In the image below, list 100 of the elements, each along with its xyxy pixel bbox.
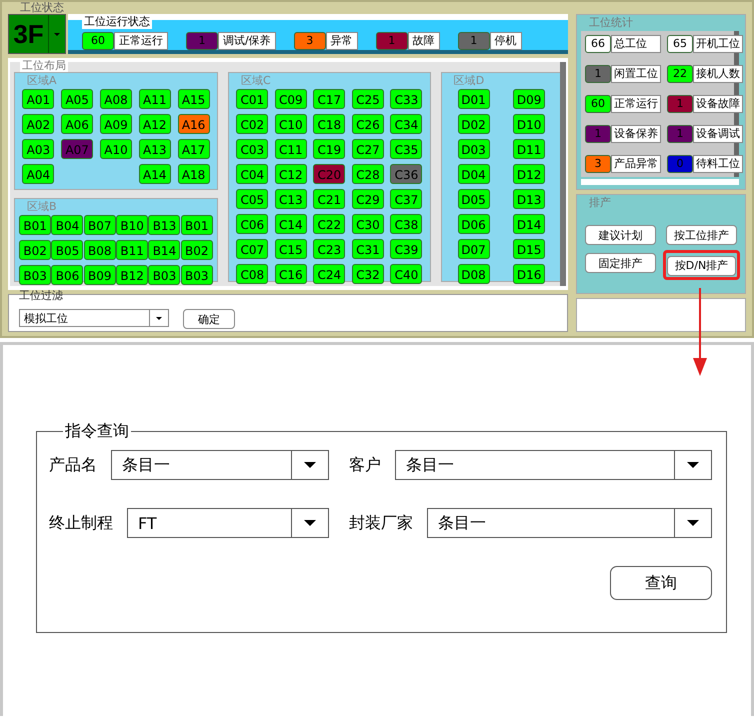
station-tile[interactable]: D07 — [458, 239, 490, 259]
station-tile[interactable]: A14 — [138, 164, 171, 184]
station-tile[interactable]: B03 — [180, 265, 213, 285]
station-tile[interactable]: A12 — [138, 114, 171, 134]
station-tile[interactable]: A16 — [178, 114, 210, 134]
station-tile[interactable]: B03 — [19, 265, 52, 285]
station-tile[interactable]: C18 — [313, 114, 346, 134]
station-tile[interactable]: A06 — [61, 114, 94, 134]
station-tile[interactable]: C09 — [274, 89, 307, 109]
station-tile[interactable]: A17 — [178, 139, 210, 159]
station-tile[interactable]: D09 — [513, 89, 546, 109]
station-tile[interactable]: D05 — [458, 189, 490, 209]
station-tile[interactable]: C13 — [274, 189, 307, 209]
station-tile[interactable]: D08 — [458, 264, 490, 284]
filter-dropdown[interactable]: 模拟工位 — [19, 309, 169, 327]
station-tile[interactable]: A10 — [100, 139, 132, 159]
station-tile[interactable]: B11 — [116, 240, 148, 260]
schedule-button[interactable]: 建议计划 — [585, 225, 656, 245]
station-tile[interactable]: D14 — [513, 214, 546, 234]
station-tile[interactable]: D15 — [513, 239, 546, 259]
station-tile[interactable]: A13 — [138, 139, 171, 159]
station-tile[interactable]: B01 — [180, 215, 213, 235]
station-tile[interactable]: A02 — [22, 114, 54, 134]
station-tile[interactable]: C24 — [313, 264, 346, 284]
station-tile[interactable]: C27 — [352, 139, 384, 159]
station-tile[interactable]: D10 — [513, 114, 546, 134]
station-tile[interactable]: C34 — [390, 114, 422, 134]
station-tile[interactable]: B03 — [148, 265, 180, 285]
station-tile[interactable]: C35 — [390, 139, 422, 159]
station-tile[interactable]: C38 — [390, 214, 422, 234]
station-tile[interactable]: A03 — [22, 139, 54, 159]
station-tile[interactable]: D06 — [458, 214, 490, 234]
station-tile[interactable]: A05 — [61, 89, 94, 109]
station-tile[interactable]: D16 — [513, 264, 546, 284]
dropdown-field[interactable]: 条目一 — [395, 450, 712, 480]
station-tile[interactable]: C23 — [313, 239, 346, 259]
station-tile[interactable]: C02 — [236, 114, 268, 134]
station-tile[interactable]: B02 — [180, 240, 213, 260]
station-tile[interactable]: B04 — [51, 215, 84, 235]
station-tile[interactable]: D03 — [458, 139, 490, 159]
station-tile[interactable]: D12 — [513, 164, 546, 184]
station-tile[interactable]: A11 — [138, 89, 171, 109]
station-tile[interactable]: B01 — [19, 215, 52, 235]
station-tile[interactable]: C12 — [274, 164, 307, 184]
station-tile[interactable]: D02 — [458, 114, 490, 134]
station-tile[interactable]: A09 — [100, 114, 132, 134]
scrollbar[interactable] — [560, 62, 566, 286]
station-tile[interactable]: C29 — [352, 189, 384, 209]
station-tile[interactable]: A15 — [178, 89, 210, 109]
station-tile[interactable]: C17 — [313, 89, 346, 109]
station-tile[interactable]: B07 — [84, 215, 116, 235]
station-tile[interactable]: C32 — [352, 264, 384, 284]
station-tile[interactable]: C10 — [274, 114, 307, 134]
station-tile[interactable]: C28 — [352, 164, 384, 184]
station-tile[interactable]: A04 — [22, 164, 54, 184]
station-tile[interactable]: C37 — [390, 189, 422, 209]
station-tile[interactable]: C06 — [236, 214, 268, 234]
station-tile[interactable]: C31 — [352, 239, 384, 259]
schedule-button[interactable]: 按工位排产 — [666, 225, 737, 245]
station-tile[interactable]: C16 — [274, 264, 307, 284]
confirm-button[interactable]: 确定 — [183, 309, 235, 329]
station-tile[interactable]: B02 — [19, 240, 52, 260]
station-tile[interactable]: B13 — [148, 215, 180, 235]
station-tile[interactable]: B12 — [116, 265, 148, 285]
station-tile[interactable]: C39 — [390, 239, 422, 259]
station-tile[interactable]: B09 — [84, 265, 116, 285]
station-tile[interactable]: B05 — [51, 240, 84, 260]
station-tile[interactable]: C14 — [274, 214, 307, 234]
station-tile[interactable]: C40 — [390, 264, 422, 284]
station-tile[interactable]: B08 — [84, 240, 116, 260]
station-tile[interactable]: B06 — [51, 265, 84, 285]
station-tile[interactable]: C26 — [352, 114, 384, 134]
station-tile[interactable]: C01 — [236, 89, 268, 109]
schedule-button[interactable]: 按D/N排产 — [667, 256, 736, 276]
station-tile[interactable]: C19 — [313, 139, 346, 159]
schedule-button[interactable]: 固定排产 — [585, 253, 656, 273]
station-tile[interactable]: C04 — [236, 164, 268, 184]
floor-dropdown[interactable]: 3F — [8, 14, 66, 54]
station-tile[interactable]: C36 — [390, 164, 422, 184]
station-tile[interactable]: C22 — [313, 214, 346, 234]
dropdown-field[interactable]: 条目一 — [427, 508, 712, 538]
station-tile[interactable]: D13 — [513, 189, 546, 209]
station-tile[interactable]: C30 — [352, 214, 384, 234]
station-tile[interactable]: C15 — [274, 239, 307, 259]
station-tile[interactable]: D01 — [458, 89, 490, 109]
station-tile[interactable]: B14 — [148, 240, 180, 260]
station-tile[interactable]: A18 — [178, 164, 210, 184]
station-tile[interactable]: C21 — [313, 189, 346, 209]
station-tile[interactable]: B10 — [116, 215, 148, 235]
station-tile[interactable]: C33 — [390, 89, 422, 109]
station-tile[interactable]: A01 — [22, 89, 54, 109]
station-tile[interactable]: C08 — [236, 264, 268, 284]
dropdown-field[interactable]: 条目一 — [111, 450, 329, 480]
station-tile[interactable]: C25 — [352, 89, 384, 109]
station-tile[interactable]: A08 — [100, 89, 132, 109]
query-button[interactable]: 查询 — [610, 566, 712, 600]
station-tile[interactable]: D04 — [458, 164, 490, 184]
station-tile[interactable]: C03 — [236, 139, 268, 159]
dropdown-field[interactable]: FT — [127, 508, 329, 538]
station-tile[interactable]: C05 — [236, 189, 268, 209]
